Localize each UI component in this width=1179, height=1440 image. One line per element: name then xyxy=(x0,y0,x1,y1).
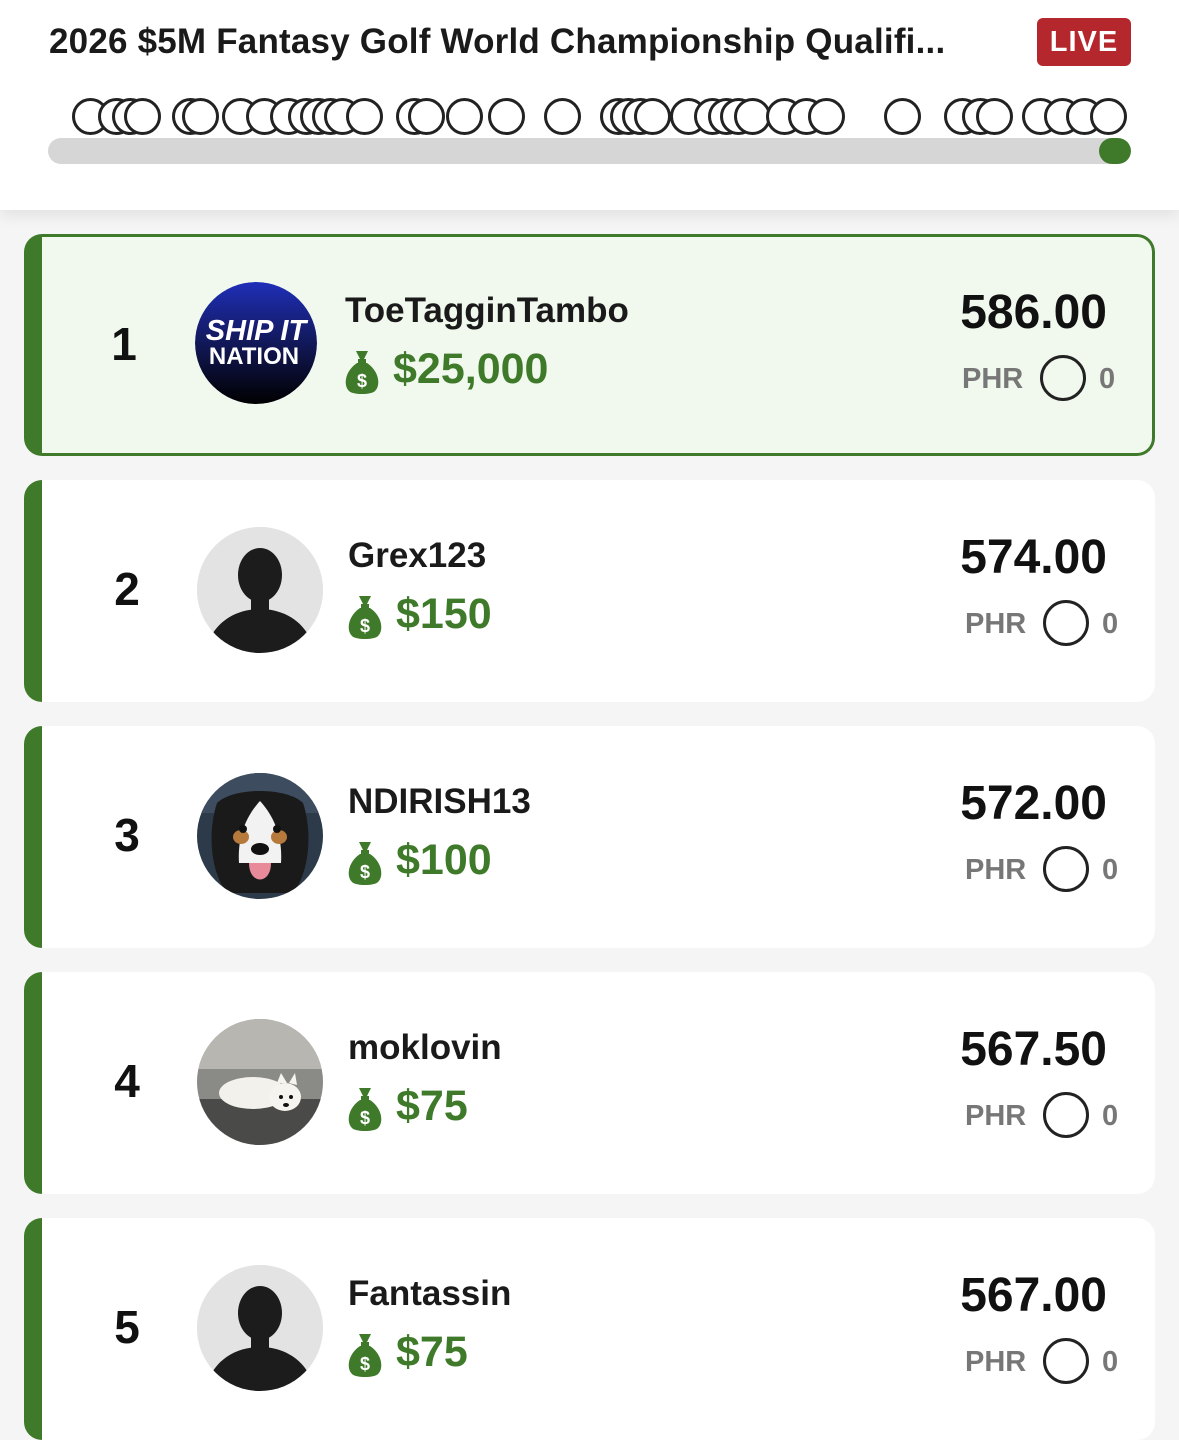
rank: 5 xyxy=(114,1301,140,1353)
phr-value: 0 xyxy=(1102,854,1119,886)
username[interactable]: moklovin xyxy=(348,1028,502,1068)
live-badge: LIVE xyxy=(1037,18,1131,66)
player-marker[interactable] xyxy=(976,98,1013,135)
tournament-progress xyxy=(48,92,1131,166)
player-marker[interactable] xyxy=(408,98,445,135)
player-marker[interactable] xyxy=(1090,98,1127,135)
ship-it-nation-logo: SHIP IT NATION xyxy=(195,282,317,404)
fantasy-points: 586.00 xyxy=(960,286,1107,339)
player-marker[interactable] xyxy=(182,98,219,135)
prize-amount: $100 xyxy=(396,836,492,884)
avatar-default-silhouette[interactable] xyxy=(197,527,323,653)
phr-label: PHR xyxy=(965,608,1027,640)
prize-amount: $25,000 xyxy=(393,345,549,393)
svg-text:$: $ xyxy=(360,616,370,636)
username[interactable]: Fantassin xyxy=(348,1274,511,1314)
leaderboard-row-4[interactable]: 4 moklovin $ $75 567.50 PHR 0 xyxy=(24,972,1155,1194)
svg-text:$: $ xyxy=(357,371,367,391)
progress-fill xyxy=(1099,138,1131,164)
username[interactable]: ToeTagginTambo xyxy=(345,291,629,331)
rank: 1 xyxy=(111,318,137,370)
player-marker[interactable] xyxy=(488,98,525,135)
user-silhouette-icon xyxy=(197,1265,323,1391)
puppy-photo-image xyxy=(197,1019,323,1145)
prize-amount: $75 xyxy=(396,1082,468,1130)
leaderboard-row-1[interactable]: 1 SHIP IT NATION ToeTagginTambo $ $25,00… xyxy=(24,234,1155,456)
progress-track xyxy=(48,138,1131,164)
svg-text:NATION: NATION xyxy=(209,343,299,370)
avatar-dog-photo[interactable] xyxy=(197,773,323,899)
phr-progress-circle xyxy=(1043,1338,1089,1384)
fantasy-points: 567.00 xyxy=(960,1269,1107,1322)
phr-label: PHR xyxy=(965,1100,1027,1132)
phr-value: 0 xyxy=(1102,1346,1119,1378)
player-progress-markers xyxy=(48,92,1131,140)
rank: 3 xyxy=(114,809,140,861)
contest-title: 2026 $5M Fantasy Golf World Championship… xyxy=(49,22,946,61)
phr-progress-circle xyxy=(1043,846,1089,892)
avatar-default-silhouette[interactable] xyxy=(197,1265,323,1391)
leaderboard-row-5[interactable]: 5 Fantassin $ $75 567.00 PHR 0 xyxy=(24,1218,1155,1440)
fantasy-points: 574.00 xyxy=(960,531,1107,584)
money-bag-icon: $ xyxy=(348,1088,382,1131)
rank: 4 xyxy=(114,1055,140,1107)
money-bag-icon: $ xyxy=(348,596,382,639)
avatar-puppy-photo[interactable] xyxy=(197,1019,323,1145)
phr-value: 0 xyxy=(1099,363,1116,395)
leaderboard-row-2[interactable]: 2 Grex123 $ $150 574.00 PHR 0 xyxy=(24,480,1155,702)
phr-progress-circle xyxy=(1043,600,1089,646)
phr-progress-circle xyxy=(1043,1092,1089,1138)
rank: 2 xyxy=(114,563,140,615)
fantasy-points: 572.00 xyxy=(960,777,1107,830)
money-bag-icon: $ xyxy=(345,351,379,394)
phr-label: PHR xyxy=(965,1346,1027,1378)
username[interactable]: Grex123 xyxy=(348,536,486,576)
leaderboard-row-3[interactable]: 3 NDIRISH13 $ $100 572.00 PHR 0 xyxy=(24,726,1155,948)
player-marker[interactable] xyxy=(808,98,845,135)
phr-label: PHR xyxy=(965,854,1027,886)
prize-amount: $150 xyxy=(396,590,492,638)
money-bag-icon: $ xyxy=(348,842,382,885)
phr-progress-circle xyxy=(1040,355,1086,401)
dog-photo-image xyxy=(197,773,323,899)
money-bag-icon: $ xyxy=(348,1334,382,1377)
svg-text:$: $ xyxy=(360,862,370,882)
prize-amount: $75 xyxy=(396,1328,468,1376)
phr-value: 0 xyxy=(1102,1100,1119,1132)
username[interactable]: NDIRISH13 xyxy=(348,782,531,822)
player-marker[interactable] xyxy=(544,98,581,135)
avatar-ship-it-nation-logo[interactable]: SHIP IT NATION xyxy=(195,282,317,404)
player-marker[interactable] xyxy=(446,98,483,135)
player-marker[interactable] xyxy=(124,98,161,135)
fantasy-points: 567.50 xyxy=(960,1023,1107,1076)
svg-text:$: $ xyxy=(360,1108,370,1128)
contest-header: 2026 $5M Fantasy Golf World Championship… xyxy=(0,0,1179,210)
phr-value: 0 xyxy=(1102,608,1119,640)
player-marker[interactable] xyxy=(884,98,921,135)
player-marker[interactable] xyxy=(346,98,383,135)
user-silhouette-icon xyxy=(197,527,323,653)
player-marker[interactable] xyxy=(634,98,671,135)
svg-text:$: $ xyxy=(360,1354,370,1374)
phr-label: PHR xyxy=(962,363,1024,395)
